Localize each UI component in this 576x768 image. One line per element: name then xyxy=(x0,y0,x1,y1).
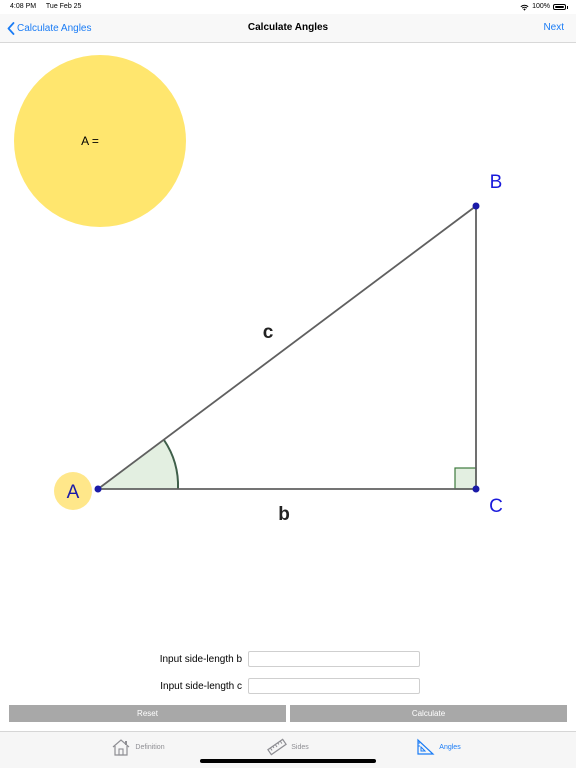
input-row-c: Input side-length c xyxy=(0,678,576,696)
side-b-label: b xyxy=(278,504,290,525)
battery-icon xyxy=(553,4,566,10)
vertex-a-label: A xyxy=(67,482,80,503)
status-time: 4:08 PM xyxy=(10,3,37,10)
side-c-line xyxy=(97,205,477,490)
point-c[interactable] xyxy=(472,485,480,493)
wifi-icon xyxy=(520,4,529,11)
side-length-b-input[interactable] xyxy=(248,651,420,667)
input-label-c: Input side-length c xyxy=(160,681,242,692)
tab-angles-label: Angles xyxy=(439,743,461,751)
status-bar: 4:08 PM Tue Feb 25 100% xyxy=(0,0,576,14)
page-title: Calculate Angles xyxy=(247,22,329,33)
point-a[interactable] xyxy=(94,485,102,493)
home-indicator[interactable] xyxy=(200,759,376,763)
input-label-b: Input side-length b xyxy=(159,654,242,665)
tab-angles[interactable]: Angles xyxy=(342,732,534,762)
reset-button[interactable]: Reset xyxy=(9,705,286,722)
status-right: 100% xyxy=(520,0,568,14)
angle-a-sector xyxy=(98,440,179,489)
set-square-icon xyxy=(417,738,435,755)
ruler-icon xyxy=(267,738,288,756)
house-icon xyxy=(113,739,130,756)
input-row-b: Input side-length b xyxy=(0,651,576,669)
status-left: 4:08 PM Tue Feb 25 xyxy=(10,0,89,14)
status-date: Tue Feb 25 xyxy=(45,3,82,10)
calculate-button[interactable]: Calculate xyxy=(290,705,567,722)
vertex-b-label: B xyxy=(490,172,503,193)
tab-sides-label: Sides xyxy=(291,743,309,751)
point-b[interactable] xyxy=(472,202,480,210)
navigation-bar: Calculate Angles Calculate Angles Next xyxy=(0,14,576,43)
side-c-label: c xyxy=(263,322,274,343)
side-length-c-input[interactable] xyxy=(248,678,420,694)
next-button[interactable]: Next xyxy=(543,14,564,42)
battery-percent: 100% xyxy=(532,3,550,10)
right-angle-marker xyxy=(454,467,477,490)
triangle-diagram: A B C c b xyxy=(54,172,503,525)
vertex-c-label: C xyxy=(489,496,503,517)
tab-definition-label: Definition xyxy=(135,743,165,751)
